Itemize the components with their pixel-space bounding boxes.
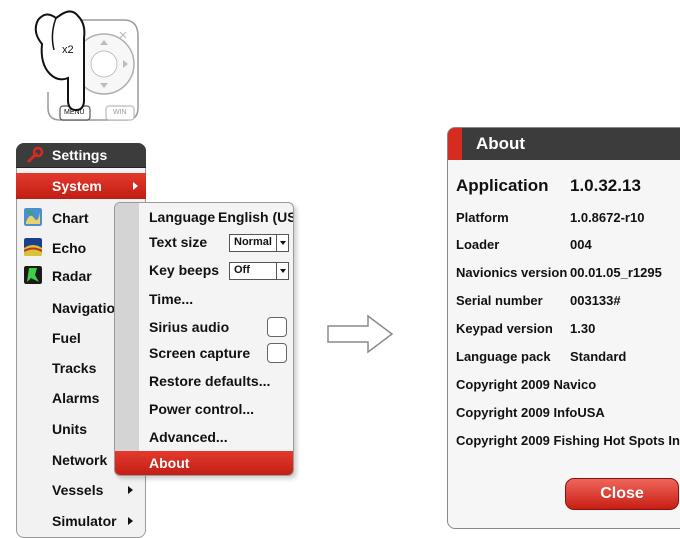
navionics-version-label: Navionics version <box>456 265 568 280</box>
serial-number-value: 003133# <box>570 293 621 308</box>
screen-capture-label: Screen capture <box>149 345 251 361</box>
submenu-item-advanced[interactable]: Advanced... <box>115 425 293 450</box>
submenu-item-language[interactable]: Language English (US) <box>115 205 293 230</box>
win-key-label: WIN <box>113 109 127 116</box>
sirius-audio-label: Sirius audio <box>149 319 230 335</box>
submenu-item-text-size[interactable]: Text size Normal <box>115 230 293 255</box>
platform-label: Platform <box>456 210 509 225</box>
settings-menu-header: Settings <box>16 143 146 168</box>
text-size-value: Normal <box>234 236 272 248</box>
chevron-right-icon <box>133 182 138 190</box>
settings-item-label: Navigatio <box>52 300 116 316</box>
tap-count-label: x2 <box>62 44 74 56</box>
text-size-label: Text size <box>149 234 208 250</box>
radar-icon <box>24 266 42 284</box>
wrench-icon <box>27 146 44 163</box>
settings-item-label: Fuel <box>52 330 81 346</box>
settings-item-label: Tracks <box>52 360 97 376</box>
application-value: 1.0.32.13 <box>570 176 641 195</box>
hand-icon <box>34 10 139 121</box>
language-pack-label: Language pack <box>456 349 551 364</box>
copyright-line: Copyright 2009 Fishing Hot Spots Inc. <box>456 433 680 448</box>
settings-item-simulator[interactable]: Simulator <box>16 508 146 534</box>
settings-item-label: Simulator <box>52 513 117 529</box>
serial-number-label: Serial number <box>456 293 543 308</box>
double-tap-menu-illustration: x2 MENU WIN <box>20 4 150 128</box>
settings-item-label: Network <box>52 452 108 468</box>
loader-value: 004 <box>570 237 592 252</box>
settings-item-vessels[interactable]: Vessels <box>16 477 146 503</box>
about-title: About <box>476 134 526 153</box>
settings-item-label: Vessels <box>52 482 104 498</box>
time-label: Time... <box>149 291 194 307</box>
settings-item-label: Alarms <box>52 390 100 406</box>
settings-item-label: Chart <box>52 210 89 226</box>
submenu-item-time[interactable]: Time... <box>115 287 293 312</box>
settings-item-label: Radar <box>52 268 92 284</box>
system-submenu: Language English (US) Text size Normal K… <box>114 202 294 476</box>
chevron-right-icon <box>128 517 133 525</box>
submenu-item-screen-capture[interactable]: Screen capture <box>115 341 293 366</box>
copyright-line: Copyright 2009 Navico <box>456 377 597 392</box>
settings-item-label: System <box>52 178 102 194</box>
advanced-label: Advanced... <box>149 429 228 445</box>
submenu-item-sirius-audio[interactable]: Sirius audio <box>115 315 293 340</box>
arrow-right-icon <box>327 314 394 354</box>
chart-icon <box>24 208 42 226</box>
submenu-item-restore-defaults[interactable]: Restore defaults... <box>115 369 293 394</box>
settings-item-label: Echo <box>52 240 87 256</box>
settings-item-label: Units <box>52 421 87 437</box>
about-dialog: About Application 1.0.32.13 Platform 1.0… <box>447 127 680 529</box>
about-label: About <box>149 455 190 471</box>
close-button[interactable]: Close <box>565 478 679 510</box>
platform-value: 1.0.8672-r10 <box>570 210 645 225</box>
copyright-line: Copyright 2009 InfoUSA <box>456 405 605 420</box>
chevron-down-icon <box>276 263 288 279</box>
sirius-audio-checkbox[interactable] <box>267 317 287 337</box>
language-value: English (US) <box>218 209 294 225</box>
key-beeps-dropdown[interactable]: Off <box>229 262 289 280</box>
chevron-right-icon <box>128 486 133 494</box>
language-pack-value: Standard <box>570 349 627 364</box>
screen-capture-checkbox[interactable] <box>267 343 287 363</box>
application-label: Application <box>456 176 549 195</box>
about-header-accent <box>448 128 462 160</box>
restore-defaults-label: Restore defaults... <box>149 373 271 389</box>
navionics-version-value: 00.01.05_r1295 <box>570 265 662 280</box>
echo-icon <box>24 238 42 256</box>
keypad-version-value: 1.30 <box>570 321 596 336</box>
settings-item-system[interactable]: System <box>16 173 146 199</box>
submenu-item-key-beeps[interactable]: Key beeps Off <box>115 258 293 283</box>
submenu-item-about[interactable]: About <box>115 451 293 475</box>
keypad-version-label: Keypad version <box>456 321 553 336</box>
text-size-dropdown[interactable]: Normal <box>229 234 289 252</box>
menu-key-label: MENU <box>64 109 85 116</box>
key-beeps-value: Off <box>234 264 250 276</box>
key-beeps-label: Key beeps <box>149 262 220 278</box>
settings-title: Settings <box>52 147 108 163</box>
language-label: Language <box>149 209 216 225</box>
submenu-item-power-control[interactable]: Power control... <box>115 397 293 422</box>
power-control-label: Power control... <box>149 401 255 417</box>
chevron-down-icon <box>276 235 288 251</box>
loader-label: Loader <box>456 237 500 252</box>
